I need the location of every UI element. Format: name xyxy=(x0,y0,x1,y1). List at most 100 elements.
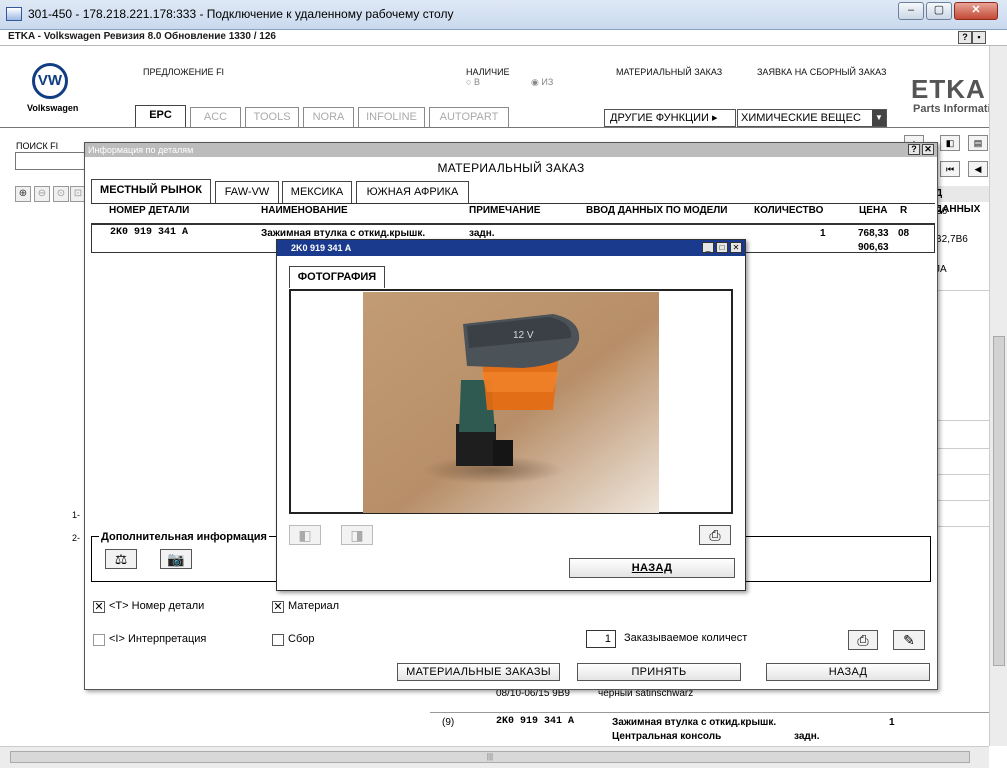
tab-mexico[interactable]: МЕКСИКА xyxy=(282,181,352,203)
chk-material[interactable]: ✕ xyxy=(272,601,284,613)
doc-icon[interactable]: ▤ xyxy=(968,135,988,151)
bg-pos: (9) xyxy=(442,717,455,728)
chemicals-dropdown[interactable]: ХИМИЧЕСКИЕ ВЕЩЕС ▼ xyxy=(737,109,887,127)
photo-dialog: 2K0 919 341 A _ □ ✕ ФОТОГРАФИЯ 12 V ◧ ◨ … xyxy=(276,239,746,591)
bg-divider xyxy=(430,712,989,713)
zoom-in-icon[interactable]: ⊕ xyxy=(15,186,31,202)
cap-label: 12 V xyxy=(513,330,534,341)
hscroll-thumb[interactable]: ||| xyxy=(10,751,970,763)
chk-part-number[interactable]: ✕ xyxy=(93,601,105,613)
camera-icon[interactable]: 📷 xyxy=(160,549,192,569)
col-part-number: НОМЕР ДЕТАЛИ xyxy=(109,205,190,216)
tab-nora[interactable]: NORA xyxy=(303,107,354,127)
tab-south-africa[interactable]: ЮЖНАЯ АФРИКА xyxy=(356,181,469,203)
bg-divider xyxy=(935,526,989,527)
minimize-icon[interactable]: – xyxy=(898,2,924,20)
zoom-out-icon[interactable]: ⊖ xyxy=(34,186,50,202)
bg-qty: 1 xyxy=(889,717,895,728)
avail-from-radio[interactable]: ◉ ИЗ xyxy=(531,77,553,88)
chk-interpretation[interactable] xyxy=(93,634,105,646)
row-note: задн. xyxy=(469,228,495,239)
accept-button[interactable]: ПРИНЯТЬ xyxy=(577,663,741,681)
order-qty-input[interactable]: 1 xyxy=(586,630,616,648)
chk-interpretation-label: <I> Интерпретация xyxy=(109,633,207,645)
photo-frame: 12 V xyxy=(289,289,733,514)
edit-icon[interactable]: ✎ xyxy=(893,630,925,650)
brand-label: Volkswagen xyxy=(27,103,79,113)
etka-titlebar: ETKA - Volkswagen Ревизия 8.0 Обновление… xyxy=(0,30,1007,46)
proposal-fi-link[interactable]: ПРЕДЛОЖЕНИЕ FI xyxy=(143,67,224,77)
dialog-title: Информация по деталям xyxy=(88,145,194,155)
photo-back-button[interactable]: НАЗАД xyxy=(569,558,735,578)
rdp-app-icon xyxy=(6,7,22,21)
help-icon[interactable]: ? xyxy=(908,144,920,155)
search-input[interactable] xyxy=(15,152,90,170)
vertical-scrollbar[interactable] xyxy=(989,46,1007,746)
dialog-titlebar: Информация по деталям xyxy=(85,143,937,157)
back-button[interactable]: НАЗАД xyxy=(766,663,930,681)
first-page-icon[interactable]: ⏮ xyxy=(940,161,960,177)
bg-right-cell: B2,7B6 xyxy=(935,234,968,245)
maximize-icon[interactable]: □ xyxy=(716,242,728,253)
tab-tools[interactable]: TOOLS xyxy=(245,107,299,127)
material-order-link[interactable]: МАТЕРИАЛЬНЫЙ ЗАКАЗ xyxy=(616,67,722,77)
bg-divider xyxy=(935,474,989,475)
tab-autopart[interactable]: AUTOPART xyxy=(429,107,509,127)
prev-photo-icon[interactable]: ◧ xyxy=(289,525,321,545)
bg-divider xyxy=(935,448,989,449)
tab-infoline[interactable]: INFOLINE xyxy=(358,107,425,127)
col-price: ЦЕНА xyxy=(859,205,888,216)
chk-part-number-label: <T> Номер детали xyxy=(109,600,205,612)
help-icon[interactable]: ? xyxy=(958,31,972,44)
close-icon[interactable]: ✕ xyxy=(922,144,934,155)
scroll-thumb[interactable] xyxy=(993,336,1005,666)
dialog-heading: МАТЕРИАЛЬНЫЙ ЗАКАЗ xyxy=(437,161,585,175)
additional-info-label: Дополнительная информация xyxy=(99,531,269,543)
tab-faw-vw[interactable]: FAW-VW xyxy=(215,181,279,203)
search-label: ПОИСК FI xyxy=(16,141,59,151)
prev-page-icon[interactable]: ◀ xyxy=(968,161,988,177)
doc-back-icon[interactable]: ◧ xyxy=(940,135,960,151)
row-name: Зажимная втулка с откид.крышк. xyxy=(261,228,426,239)
row-quantity: 1 xyxy=(820,228,826,239)
close-icon[interactable]: ✕ xyxy=(954,2,998,20)
tab-epc[interactable]: EPC xyxy=(135,105,186,127)
next-photo-icon[interactable]: ◨ xyxy=(341,525,373,545)
row-part-number: 2K0 919 341 A xyxy=(110,227,189,238)
col-name: НАИМЕНОВАНИЕ xyxy=(261,205,348,216)
rdp-titlebar: 301-450 - 178.218.221.178:333 - Подключе… xyxy=(0,0,1007,30)
other-functions-menu[interactable]: ДРУГИЕ ФУНКЦИИ ▸ xyxy=(604,109,736,127)
photo-titlebar: 2K0 919 341 A xyxy=(277,240,745,256)
bg-part-number[interactable]: 2K0 919 341 A xyxy=(496,716,574,727)
grid-top-line xyxy=(91,203,935,204)
restore-icon[interactable]: ▪ xyxy=(972,31,986,44)
bg-sub: Центральная консоль xyxy=(612,731,722,742)
assembly-request-link[interactable]: ЗАЯВКА НА СБОРНЫЙ ЗАКАЗ xyxy=(757,67,886,77)
part-photo: 12 V xyxy=(363,292,659,513)
avail-in-radio[interactable]: ○ В xyxy=(466,77,480,87)
row-r: 08 xyxy=(898,228,910,239)
tab-acc[interactable]: ACC xyxy=(190,107,241,127)
close-icon[interactable]: ✕ xyxy=(730,242,742,253)
chemicals-value: ХИМИЧЕСКИЕ ВЕЩЕС xyxy=(741,112,861,124)
minimize-icon[interactable]: _ xyxy=(702,242,714,253)
col-note: ПРИМЕЧАНИЕ xyxy=(469,205,541,216)
material-orders-button[interactable]: МАТЕРИАЛЬНЫЕ ЗАКАЗЫ xyxy=(397,663,560,681)
chk-material-label: Материал xyxy=(288,600,339,612)
avail-in-label: В xyxy=(473,77,480,87)
row-price-alt: 906,63 xyxy=(858,242,889,253)
bg-left-marker: 1- xyxy=(72,510,81,520)
tab-local-market[interactable]: МЕСТНЫЙ РЫНОК xyxy=(91,179,211,204)
horizontal-scrollbar[interactable]: ||| xyxy=(0,746,989,768)
chk-assembly[interactable] xyxy=(272,634,284,646)
rdp-title: 301-450 - 178.218.221.178:333 - Подключе… xyxy=(28,7,454,21)
print-icon[interactable]: ⎙ xyxy=(699,525,731,545)
part-photo-drawing: 12 V xyxy=(363,292,659,513)
tab-photo[interactable]: ФОТОГРАФИЯ xyxy=(289,266,385,288)
chevron-down-icon[interactable]: ▼ xyxy=(872,110,886,126)
print-icon[interactable]: ⎙ xyxy=(848,630,878,650)
maximize-icon[interactable]: ▢ xyxy=(926,2,952,20)
scale-icon[interactable]: ⚖ xyxy=(105,549,137,569)
tab-divider xyxy=(0,127,1007,128)
zoom-fit-icon[interactable]: ⊙ xyxy=(53,186,69,202)
